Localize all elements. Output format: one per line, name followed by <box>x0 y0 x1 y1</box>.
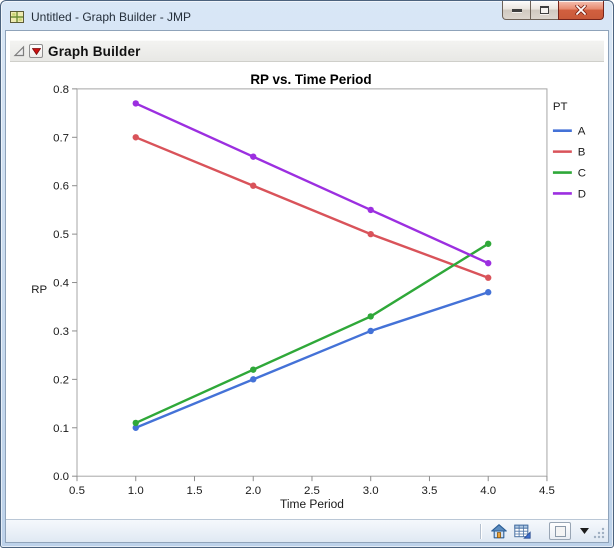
jmp-window: Untitled - Graph Builder - JMP Graph Bui… <box>0 0 614 548</box>
x-tick-label: 0.5 <box>69 485 85 497</box>
data-point-B-2[interactable] <box>250 182 257 189</box>
x-tick-label: 2.5 <box>304 485 320 497</box>
outline-header: Graph Builder <box>10 40 604 62</box>
legend-title: PT <box>553 101 568 113</box>
report-window: Graph Builder RP vs. Time Period RP Time… <box>5 30 609 543</box>
data-point-B-3[interactable] <box>367 230 374 238</box>
data-point-C-3[interactable] <box>367 313 374 320</box>
series-line-B <box>134 136 490 279</box>
status-bar <box>6 519 608 542</box>
y-tick-label: 0.5 <box>53 229 69 241</box>
resize-grip-icon[interactable] <box>592 526 606 540</box>
red-triangle-menu-button[interactable] <box>29 44 43 58</box>
blank-square-button[interactable] <box>549 522 571 540</box>
y-tick-label: 0.2 <box>53 374 69 386</box>
y-tick-label: 0.1 <box>53 423 69 435</box>
y-tick-label: 0.0 <box>53 471 69 483</box>
data-point-D-2[interactable] <box>250 153 257 160</box>
series-line-A <box>134 291 490 429</box>
disclosure-triangle-icon[interactable] <box>13 45 26 58</box>
x-tick-label: 1.5 <box>187 485 203 497</box>
data-point-B-1[interactable] <box>132 134 139 141</box>
data-point-B-4[interactable] <box>485 274 492 281</box>
jmp-app-icon <box>10 10 24 23</box>
minimize-button[interactable] <box>502 1 531 20</box>
series-line-C <box>134 242 490 425</box>
y-tick-label: 0.3 <box>53 326 69 338</box>
data-point-C-4[interactable] <box>485 240 492 247</box>
chart-title[interactable]: RP vs. Time Period <box>250 72 371 87</box>
y-tick-label: 0.8 <box>53 84 69 96</box>
statusbar-dropdown-button[interactable] <box>578 523 590 539</box>
data-point-D-1[interactable] <box>132 100 139 107</box>
outline-title[interactable]: Graph Builder <box>48 44 141 59</box>
restore-button[interactable] <box>530 1 559 20</box>
data-point-A-3[interactable] <box>367 327 374 335</box>
home-button[interactable] <box>490 523 507 539</box>
x-tick-label: 3.0 <box>363 485 379 497</box>
graph-area: RP vs. Time Period RP Time Period PT 0.5… <box>6 63 608 519</box>
legend-label-D[interactable]: D <box>578 188 586 200</box>
x-tick-label: 2.0 <box>245 485 261 497</box>
legend-label-A[interactable]: A <box>578 126 586 138</box>
data-point-A-4[interactable] <box>485 289 492 296</box>
y-tick-label: 0.7 <box>53 132 69 144</box>
legend-label-C[interactable]: C <box>578 168 586 180</box>
data-point-C-2[interactable] <box>250 366 257 373</box>
x-tick-label: 4.0 <box>480 485 496 497</box>
y-tick-label: 0.6 <box>53 181 69 193</box>
restore-icon <box>540 6 549 14</box>
window-title: Untitled - Graph Builder - JMP <box>31 9 192 24</box>
chart-svg: RP vs. Time Period RP Time Period PT 0.5… <box>31 72 586 511</box>
close-button[interactable] <box>558 1 604 20</box>
close-icon <box>575 5 587 15</box>
x-tick-label: 4.5 <box>539 485 555 497</box>
x-tick-label: 3.5 <box>422 485 438 497</box>
data-point-A-2[interactable] <box>250 376 257 383</box>
data-table-button[interactable] <box>514 523 531 539</box>
data-point-C-1[interactable] <box>132 419 139 427</box>
data-table-icon <box>514 524 531 539</box>
x-tick-label: 1.0 <box>128 485 144 497</box>
x-axis-label[interactable]: Time Period <box>280 497 344 511</box>
minimize-icon <box>511 8 522 12</box>
data-point-D-4[interactable] <box>485 259 492 267</box>
data-point-D-3[interactable] <box>367 206 374 214</box>
blank-square-icon <box>554 525 566 537</box>
y-tick-label: 0.4 <box>53 278 70 290</box>
y-axis-label[interactable]: RP <box>31 284 47 296</box>
statusbar-separator <box>480 523 481 539</box>
series-line-D <box>134 102 490 265</box>
home-icon <box>490 523 507 538</box>
window-controls <box>502 1 604 20</box>
red-triangle-menu-icon <box>31 47 41 55</box>
legend-label-B[interactable]: B <box>578 147 586 159</box>
dropdown-triangle-icon <box>579 528 589 534</box>
